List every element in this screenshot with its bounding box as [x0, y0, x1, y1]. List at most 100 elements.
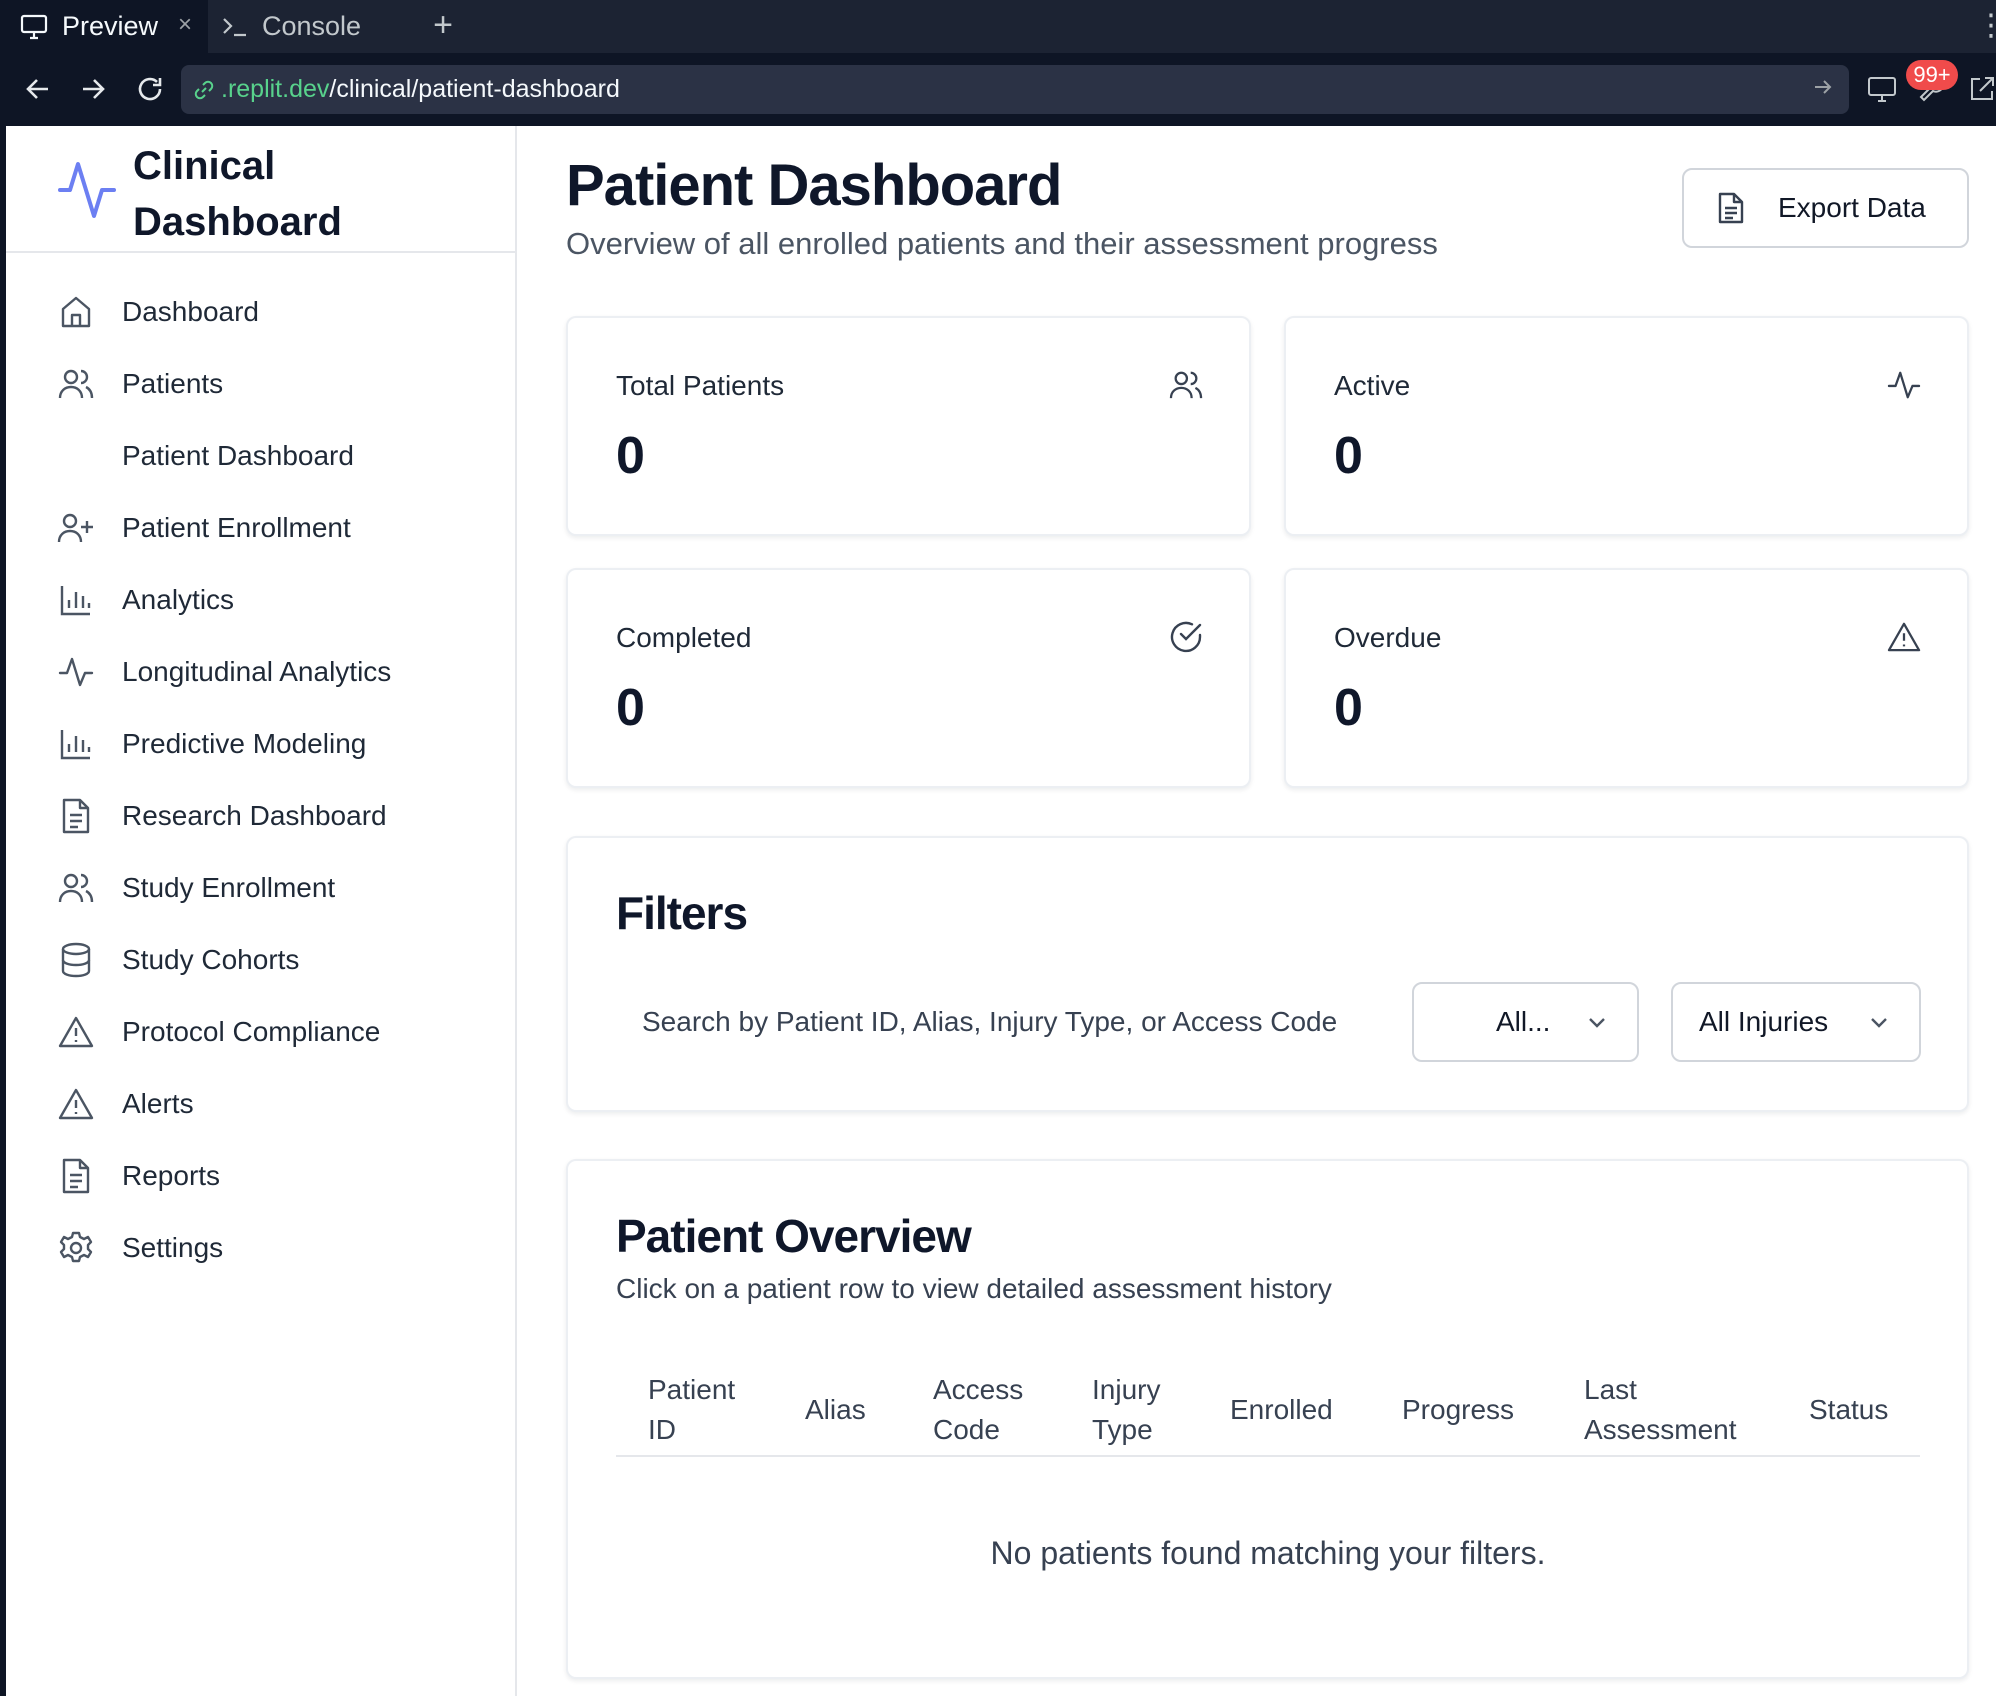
stat-value: 0 — [1334, 679, 1363, 737]
stat-card-overdue: Overdue 0 — [1284, 568, 1969, 788]
filters-title: Filters — [616, 887, 748, 939]
url-path: /clinical/patient-dashboard — [329, 75, 620, 103]
devices-icon[interactable] — [1862, 69, 1902, 109]
activity-icon — [56, 156, 118, 222]
column-header-alias[interactable]: Alias — [805, 1365, 866, 1455]
column-header-patient-id[interactable]: Patient ID — [648, 1365, 735, 1455]
search-input[interactable]: Search by Patient ID, Alias, Injury Type… — [642, 1006, 1337, 1038]
sidebar-item-patient-dashboard[interactable]: Patient Dashboard — [56, 428, 496, 484]
sidebar-item-label: Patient Dashboard — [122, 440, 354, 471]
gear-icon — [56, 1228, 96, 1268]
sidebar: Clinical Dashboard Dashboard Patients Pa… — [6, 126, 517, 1696]
patient-overview-card: Patient Overview Click on a patient row … — [566, 1159, 1969, 1679]
stat-card-active: Active 0 — [1284, 316, 1969, 536]
sidebar-item-label: Longitudinal Analytics — [122, 656, 392, 687]
browser-tab-bar: Preview × Console + ⋮ — [0, 0, 1996, 53]
sidebar-item-label: Predictive Modeling — [122, 728, 367, 759]
forward-arrow-icon[interactable] — [73, 69, 113, 109]
sidebar-item-analytics[interactable]: Analytics — [56, 572, 496, 628]
sidebar-title: Clinical Dashboard — [133, 144, 342, 244]
sidebar-item-research-dashboard[interactable]: Research Dashboard — [56, 788, 496, 844]
file-text-icon — [1718, 192, 1744, 224]
more-options-icon[interactable]: ⋮ — [1976, 8, 1996, 44]
patient-overview-title: Patient Overview — [616, 1210, 972, 1262]
status-select[interactable]: All... — [1412, 982, 1639, 1062]
sidebar-brand: Clinical Dashboard — [6, 126, 515, 253]
alert-triangle-icon — [1885, 618, 1923, 656]
file-text-icon — [56, 1156, 96, 1196]
stat-value: 0 — [616, 427, 645, 485]
sidebar-item-longitudinal-analytics[interactable]: Longitudinal Analytics — [56, 644, 496, 700]
sidebar-item-study-cohorts[interactable]: Study Cohorts — [56, 932, 496, 988]
table-header: Patient ID Alias Access Code Injury Type En… — [616, 1365, 1920, 1457]
column-header-status[interactable]: Status — [1809, 1365, 1888, 1455]
sidebar-item-label: Settings — [122, 1232, 224, 1263]
tab-label: Console — [262, 11, 362, 41]
terminal-icon — [222, 16, 248, 38]
column-header-access-code[interactable]: Access Code — [933, 1365, 1023, 1455]
patient-overview-subtitle: Click on a patient row to view detailed … — [616, 1273, 1332, 1304]
sidebar-item-label: Alerts — [122, 1088, 194, 1119]
column-header-last-assessment[interactable]: Last Assessment — [1584, 1365, 1737, 1455]
page-title: Patient Dashboard — [566, 153, 1062, 218]
chevron-down-icon — [1867, 1010, 1891, 1034]
bar-chart-icon — [56, 724, 96, 764]
close-icon[interactable]: × — [174, 13, 196, 37]
users-icon — [1167, 366, 1205, 404]
sidebar-item-study-enrollment[interactable]: Study Enrollment — [56, 860, 496, 916]
stat-label: Active — [1334, 370, 1411, 401]
tab-console[interactable]: Console — [208, 0, 408, 53]
sidebar-item-label: Reports — [122, 1160, 221, 1191]
stat-value: 0 — [1334, 427, 1363, 485]
home-icon — [56, 292, 96, 332]
sidebar-item-patient-enrollment[interactable]: Patient Enrollment — [56, 500, 496, 556]
user-plus-icon — [56, 508, 96, 548]
alert-triangle-icon — [56, 1012, 96, 1052]
stat-card-completed: Completed 0 — [566, 568, 1251, 788]
go-arrow-icon[interactable] — [1811, 75, 1835, 106]
alert-triangle-icon — [56, 1084, 96, 1124]
column-header-progress[interactable]: Progress — [1402, 1365, 1514, 1455]
filters-card: Filters Search by Patient ID, Alias, Inj… — [566, 836, 1969, 1112]
empty-table-message: No patients found matching your filters. — [990, 1535, 1546, 1571]
stat-card-total-patients: Total Patients 0 — [566, 316, 1251, 536]
external-link-icon[interactable] — [1962, 69, 1996, 109]
sidebar-item-label: Analytics — [122, 584, 235, 615]
injury-select-value: All Injuries — [1699, 1006, 1829, 1037]
status-select-value: All... — [1496, 1006, 1551, 1037]
export-data-label: Export Data — [1778, 192, 1926, 223]
chevron-down-icon — [1585, 1010, 1609, 1034]
sidebar-item-alerts[interactable]: Alerts — [56, 1076, 496, 1132]
stat-value: 0 — [616, 679, 645, 737]
tab-label: Preview — [62, 11, 159, 41]
stat-label: Completed — [616, 622, 752, 653]
sidebar-item-label: Research Dashboard — [122, 800, 387, 831]
export-data-button[interactable]: Export Data — [1682, 168, 1969, 248]
new-tab-button[interactable]: + — [425, 6, 461, 44]
sidebar-item-predictive-modeling[interactable]: Predictive Modeling — [56, 716, 496, 772]
url-input[interactable]: .replit.dev/clinical/patient-dashboard — [181, 65, 1849, 114]
column-header-injury-type[interactable]: Injury Type — [1092, 1365, 1160, 1455]
sidebar-item-label: Study Cohorts — [122, 944, 300, 975]
sidebar-item-patients[interactable]: Patients — [56, 356, 496, 412]
tab-preview[interactable]: Preview × — [0, 0, 208, 53]
sidebar-item-label: Protocol Compliance — [122, 1016, 381, 1047]
injury-select[interactable]: All Injuries — [1671, 982, 1921, 1062]
sidebar-item-protocol-compliance[interactable]: Protocol Compliance — [56, 1004, 496, 1060]
sidebar-item-reports[interactable]: Reports — [56, 1148, 496, 1204]
stat-label: Total Patients — [616, 370, 785, 401]
database-icon — [56, 940, 96, 980]
back-arrow-icon[interactable] — [18, 69, 58, 109]
sidebar-item-label: Patient Enrollment — [122, 512, 351, 543]
monitor-icon — [20, 14, 48, 40]
sidebar-item-label: Patients — [122, 368, 224, 399]
main-content: Patient Dashboard Overview of all enroll… — [518, 126, 1996, 1696]
sidebar-item-dashboard[interactable]: Dashboard — [56, 284, 496, 340]
address-bar: .replit.dev/clinical/patient-dashboard — [0, 53, 1996, 126]
column-header-enrolled[interactable]: Enrolled — [1230, 1365, 1333, 1455]
sidebar-item-settings[interactable]: Settings — [56, 1220, 496, 1276]
page-subtitle: Overview of all enrolled patients and th… — [566, 226, 1438, 261]
sidebar-item-label: Dashboard — [122, 296, 259, 327]
reload-icon[interactable] — [130, 69, 170, 109]
file-text-icon — [56, 796, 96, 836]
